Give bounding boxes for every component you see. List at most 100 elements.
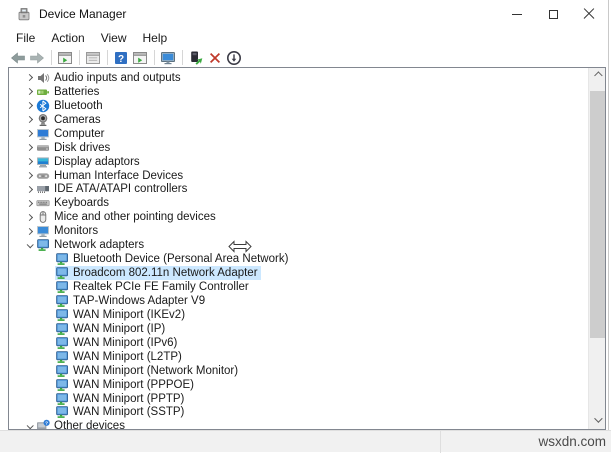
scan-hardware-changes-button[interactable] — [225, 49, 243, 67]
chevron-down-icon[interactable] — [22, 422, 36, 429]
back-arrow-icon — [10, 50, 26, 66]
menu-item-help[interactable]: Help — [135, 29, 176, 48]
help-button[interactable]: ? — [112, 49, 130, 67]
tree-item[interactable]: Audio inputs and outputs — [9, 71, 605, 85]
menu-item-view[interactable]: View — [93, 29, 135, 48]
tree-item-label: WAN Miniport (IPv6) — [73, 336, 178, 349]
footer-strip: wsxdn.com — [0, 430, 611, 453]
menu-item-file[interactable]: File — [8, 29, 43, 48]
tree-item-label: WAN Miniport (Network Monitor) — [73, 364, 239, 377]
tree-item[interactable]: WAN Miniport (SSTP) — [9, 406, 605, 420]
minimize-button[interactable] — [499, 0, 535, 28]
chevron-right-icon[interactable] — [22, 185, 36, 194]
selected-item-highlight: Broadcom 802.11n Network Adapter — [55, 266, 261, 281]
tree-item-label: Broadcom 802.11n Network Adapter — [73, 267, 258, 280]
help-icon: ? — [113, 50, 129, 66]
item-content: WAN Miniport (SSTP) — [55, 405, 187, 419]
tree-item[interactable]: WAN Miniport (L2TP) — [9, 350, 605, 364]
item-content: Human Interface Devices — [36, 169, 186, 183]
tree-item[interactable]: WAN Miniport (PPPOE) — [9, 378, 605, 392]
chevron-right-icon[interactable] — [22, 74, 36, 82]
tree-item[interactable]: Bluetooth Device (Personal Area Network) — [9, 252, 605, 266]
tree-item[interactable]: Mice and other pointing devices — [9, 210, 605, 224]
tree-item[interactable]: Disk drives — [9, 141, 605, 155]
tree-item[interactable]: WAN Miniport (PPTP) — [9, 392, 605, 406]
tree-item[interactable]: IDE ATA/ATAPI controllers — [9, 183, 605, 197]
computer-properties-icon — [160, 50, 176, 66]
tree-item[interactable]: Keyboards — [9, 196, 605, 210]
tree-item[interactable]: Monitors — [9, 224, 605, 238]
tree-item[interactable]: Broadcom 802.11n Network Adapter — [9, 266, 605, 281]
maximize-button[interactable] — [535, 0, 571, 28]
tree-item[interactable]: Cameras — [9, 113, 605, 127]
close-button[interactable] — [571, 0, 607, 28]
forward-button[interactable] — [28, 49, 46, 67]
tree-item[interactable]: Realtek PCIe FE Family Controller — [9, 280, 605, 294]
chevron-glyph — [25, 171, 33, 180]
tree-item[interactable]: TAP-Windows Adapter V9 — [9, 294, 605, 308]
tree-item[interactable]: WAN Miniport (IP) — [9, 322, 605, 336]
mouse-icon — [36, 210, 50, 224]
network-adapter-icon — [55, 364, 69, 378]
console-tree-icon — [57, 50, 73, 66]
tree-item-label: WAN Miniport (IP) — [73, 322, 166, 335]
scroll-up-button[interactable] — [589, 69, 605, 85]
chevron-glyph — [25, 199, 33, 207]
tree-item[interactable]: Network adapters — [9, 238, 605, 252]
tree-item[interactable]: Bluetooth — [9, 99, 605, 113]
tree-item-label: Audio inputs and outputs — [54, 71, 181, 84]
item-content: Disk drives — [36, 141, 113, 155]
chevron-right-icon[interactable] — [22, 102, 36, 110]
uninstall-device-button[interactable] — [206, 49, 224, 67]
show-action-pane-button[interactable] — [131, 49, 149, 67]
show-console-tree-button[interactable] — [56, 49, 74, 67]
export-list-button[interactable] — [84, 49, 102, 67]
item-content: Network adapters — [36, 238, 147, 252]
tree-item-label: Network adapters — [54, 239, 145, 252]
item-content: WAN Miniport (PPPOE) — [55, 378, 197, 392]
action-pane-icon — [132, 50, 148, 66]
chevron-right-icon[interactable] — [22, 199, 36, 207]
tree-item[interactable]: WAN Miniport (Network Monitor) — [9, 364, 605, 378]
chevron-right-icon[interactable] — [22, 88, 36, 96]
window-right-edge — [608, 0, 609, 430]
unknown-device-icon: ? — [36, 419, 50, 429]
keyboard-icon — [36, 196, 50, 210]
toolbar-separator — [51, 50, 52, 65]
ide-controller-icon — [36, 182, 50, 196]
properties-button[interactable] — [159, 49, 177, 67]
item-content: IDE ATA/ATAPI controllers — [36, 182, 190, 196]
watermark-text: wsxdn.com — [538, 434, 606, 449]
chevron-right-icon[interactable] — [22, 158, 36, 166]
tree-item[interactable]: Computer — [9, 127, 605, 141]
chevron-glyph — [25, 185, 33, 194]
tree-item-label: Realtek PCIe FE Family Controller — [73, 281, 249, 294]
toolbar-separator — [107, 50, 108, 65]
scroll-down-button[interactable] — [589, 412, 605, 428]
chevron-right-icon[interactable] — [22, 213, 36, 221]
chevron-right-icon[interactable] — [22, 116, 36, 124]
menu-item-action[interactable]: Action — [43, 29, 92, 48]
close-icon — [583, 8, 595, 20]
item-content: Display adaptors — [36, 155, 143, 169]
back-button[interactable] — [9, 49, 27, 67]
device-manager-app-icon — [16, 6, 32, 22]
update-driver-button[interactable] — [187, 49, 205, 67]
chevron-right-icon[interactable] — [22, 227, 36, 235]
tree-item[interactable]: Human Interface Devices — [9, 169, 605, 183]
chevron-right-icon[interactable] — [22, 171, 36, 180]
scrollbar-thumb[interactable] — [590, 91, 605, 338]
tree-item[interactable]: ? Other devices — [9, 419, 605, 429]
vertical-scrollbar[interactable] — [588, 68, 605, 429]
chevron-right-icon[interactable] — [22, 130, 36, 138]
title-bar: Device Manager — [0, 0, 611, 28]
tree-item[interactable]: WAN Miniport (IKEv2) — [9, 308, 605, 322]
toolbar-separator — [154, 50, 155, 65]
chevron-right-icon[interactable] — [22, 144, 36, 152]
tree-item[interactable]: Batteries — [9, 85, 605, 99]
network-adapter-icon — [55, 294, 69, 308]
tree-item[interactable]: WAN Miniport (IPv6) — [9, 336, 605, 350]
chevron-down-icon[interactable] — [22, 240, 36, 249]
item-content: WAN Miniport (L2TP) — [55, 350, 185, 364]
tree-item[interactable]: Display adaptors — [9, 155, 605, 169]
